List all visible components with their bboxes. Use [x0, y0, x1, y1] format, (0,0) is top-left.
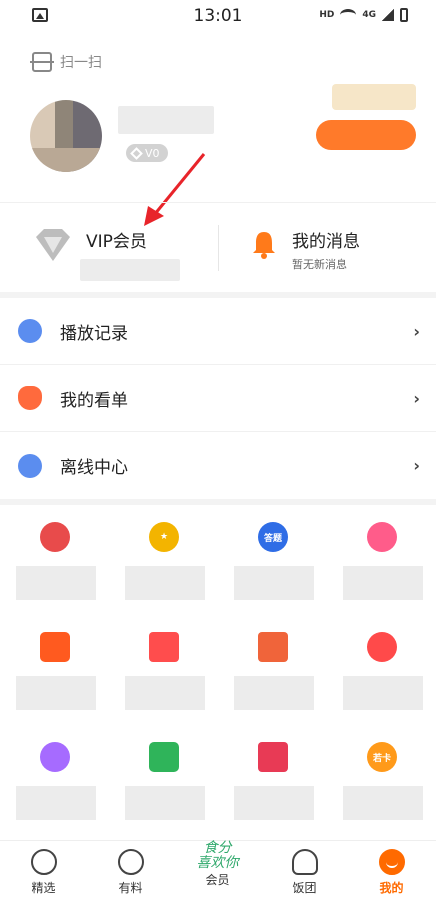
scan-label: 扫一扫: [60, 55, 102, 71]
list-item-label: 我的看单: [60, 390, 128, 411]
list-item-watchlist[interactable]: 我的看单 ›: [0, 365, 436, 432]
bottom-nav: 精选 有料 食分 喜欢你 会员 饭团 我的: [0, 840, 436, 908]
card-icon: 若卡: [367, 742, 397, 772]
smile-icon: [378, 849, 405, 875]
grid-label-blurred: [125, 566, 205, 600]
grid-label-blurred: [343, 676, 423, 710]
status-indicators: HD 4G: [319, 8, 408, 22]
promo-banner-blurred[interactable]: [332, 84, 416, 110]
grid-label-blurred: [125, 786, 205, 820]
bear-icon: [40, 742, 70, 772]
wifi-icon: [340, 9, 357, 21]
status-bar: 13:01 HD 4G: [0, 0, 436, 32]
menu-list: 播放记录 › 我的看单 › 离线中心 ›: [0, 298, 436, 499]
nav-item-member[interactable]: 食分 喜欢你 会员: [174, 841, 261, 888]
scan-icon: [30, 52, 54, 72]
divider: [218, 225, 219, 271]
grid-item[interactable]: [327, 508, 436, 618]
grid-label-blurred: [16, 786, 96, 820]
m-logo-icon: [30, 849, 57, 875]
grid-item[interactable]: [218, 618, 327, 728]
grid-label-blurred: [16, 676, 96, 710]
food-art-icon: 食分 喜欢你: [196, 840, 239, 871]
grid-item[interactable]: [327, 618, 436, 728]
battery-icon: [400, 8, 408, 22]
phone-drive-icon: [149, 742, 179, 772]
messages-subtitle: 暂无新消息: [292, 258, 347, 271]
grid-item[interactable]: 若卡: [327, 728, 436, 838]
grid-label-blurred: [234, 676, 314, 710]
grid-item[interactable]: [0, 728, 109, 838]
section-gap: [0, 499, 436, 505]
grid-item[interactable]: 答题: [218, 508, 327, 618]
promo-button-blurred[interactable]: [316, 120, 416, 150]
bell-icon: [253, 232, 275, 259]
robot-icon: [367, 522, 397, 552]
grid-label-blurred: [343, 786, 423, 820]
diamond-icon: [36, 229, 70, 261]
nav-item-riceball[interactable]: 饭团: [261, 847, 348, 896]
list-item-offline[interactable]: 离线中心 ›: [0, 432, 436, 499]
nav-label: 有料: [118, 881, 143, 895]
grid-item[interactable]: [109, 728, 218, 838]
grid-item[interactable]: ★: [109, 508, 218, 618]
book-icon: [258, 632, 288, 662]
grid-label-blurred: [234, 786, 314, 820]
ticket-icon: [149, 632, 179, 662]
spiral-icon: [117, 849, 144, 875]
username-blurred[interactable]: [118, 106, 214, 134]
grid-item[interactable]: [109, 618, 218, 728]
list-item-label: 离线中心: [60, 458, 128, 478]
grid-item[interactable]: [218, 728, 327, 838]
messages-title: 我的消息: [292, 232, 360, 252]
wallet-icon: [40, 632, 70, 662]
vip-title: VIP会员: [86, 232, 147, 252]
signal-label: 4G: [362, 10, 376, 20]
nav-label: 我的: [379, 881, 404, 895]
nav-label: 精选: [31, 881, 56, 895]
heart-plus-icon: [18, 386, 42, 410]
riceball-icon: [291, 849, 318, 875]
vip-message-row: VIP会员 我的消息 暂无新消息: [0, 202, 436, 292]
quiz-icon: 答题: [258, 522, 288, 552]
network-label: HD: [319, 10, 335, 20]
grid-label-blurred: [343, 566, 423, 600]
feature-grid: ★ 答题 若卡: [0, 508, 436, 836]
grid-item[interactable]: [0, 618, 109, 728]
download-icon: [18, 453, 42, 478]
avatar[interactable]: [30, 100, 102, 172]
nav-label: 饭团: [292, 881, 317, 895]
nav-label: 会员: [205, 873, 230, 887]
list-item-play-history[interactable]: 播放记录 ›: [0, 298, 436, 365]
mouth-icon: [40, 522, 70, 552]
grid-label-blurred: [16, 566, 96, 600]
chevron-right-icon: ›: [413, 388, 420, 408]
star-icon: ★: [149, 522, 179, 552]
clock-icon: [18, 319, 42, 343]
nav-item-content[interactable]: 有料: [87, 847, 174, 896]
signal-icon: [382, 9, 394, 21]
chevron-right-icon: ›: [413, 321, 420, 341]
scan-button[interactable]: 扫一扫: [30, 52, 102, 72]
grid-label-blurred: [125, 676, 205, 710]
nav-item-mine[interactable]: 我的: [348, 847, 435, 896]
vip-subtitle-blurred: [80, 259, 180, 281]
grid-label-blurred: [234, 566, 314, 600]
grid-item[interactable]: [0, 508, 109, 618]
list-item-label: 播放记录: [60, 323, 128, 344]
cart-icon: [258, 742, 288, 772]
chevron-right-icon: ›: [413, 456, 420, 475]
speaker-icon: [367, 632, 397, 662]
nav-item-featured[interactable]: 精选: [0, 847, 87, 896]
